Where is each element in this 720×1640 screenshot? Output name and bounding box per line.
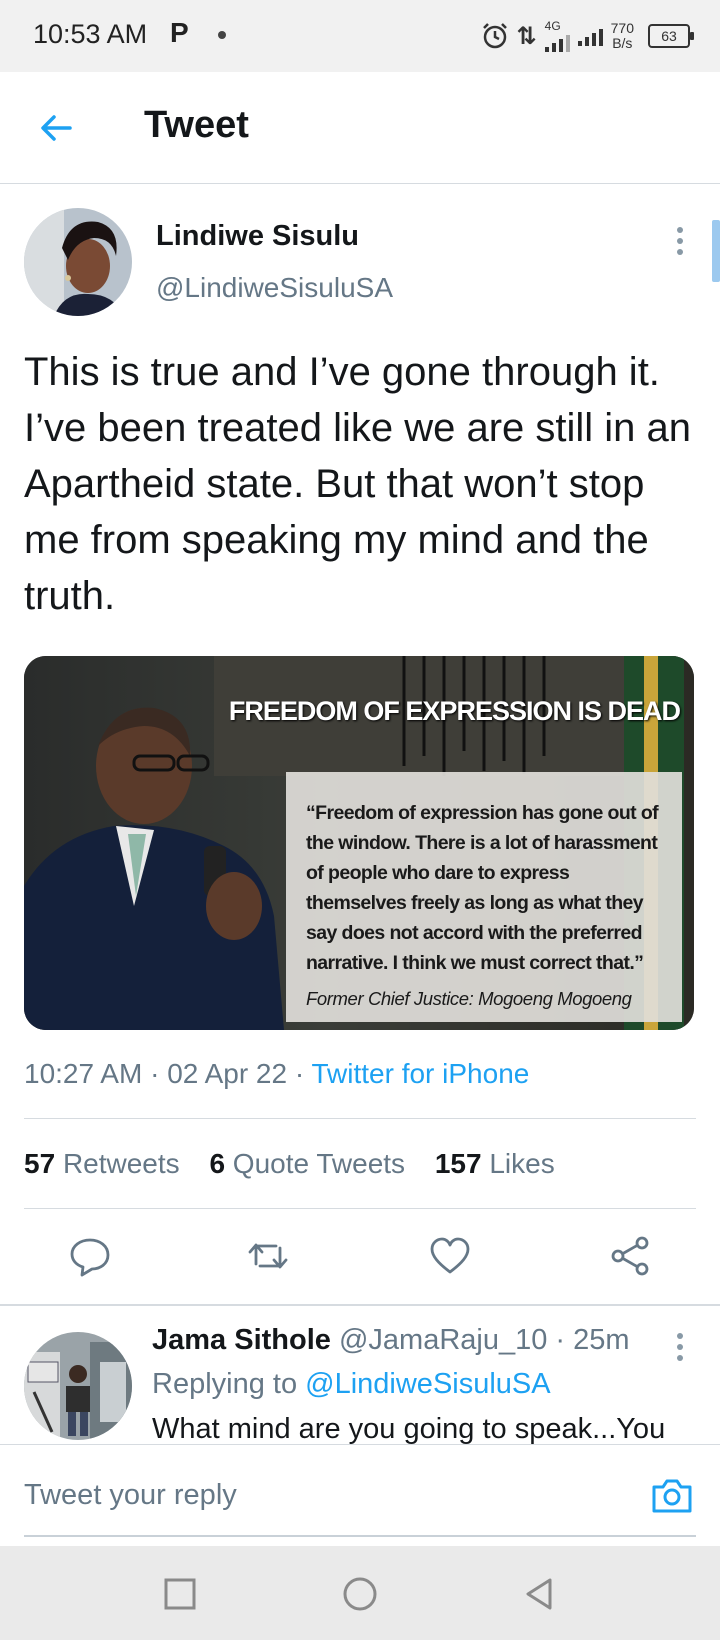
status-bar: 10:53 AM P ⇅ 4G 770 B/s 63: [0, 0, 720, 72]
quote-tweets-stat[interactable]: 6 Quote Tweets: [209, 1148, 405, 1179]
retweets-stat[interactable]: 57 Retweets: [24, 1148, 180, 1179]
tweet-media-image[interactable]: FREEDOM OF EXPRESSION IS DEAD “Freedom o…: [24, 656, 694, 1030]
likes-label: Likes: [489, 1148, 555, 1179]
author-handle[interactable]: @LindiweSisuluSA: [156, 272, 393, 304]
signal-4g-icon: 4G: [544, 19, 570, 52]
like-heart-icon[interactable]: [428, 1234, 472, 1278]
tweet-source-link[interactable]: Twitter for iPhone: [311, 1058, 529, 1089]
replying-to-label: Replying to: [152, 1368, 298, 1400]
more-options-icon[interactable]: [670, 224, 690, 260]
battery-icon: 63: [648, 24, 694, 48]
reply-text: What mind are you going to speak...You: [152, 1413, 666, 1444]
retweets-count: 57: [24, 1148, 56, 1179]
tweet-meta: 10:27 AM · 02 Apr 22 · Twitter for iPhon…: [24, 1058, 529, 1090]
share-icon[interactable]: [608, 1234, 652, 1278]
reply-compose-bar: [0, 1444, 720, 1546]
replying-to-mention[interactable]: @LindiweSisuluSA: [305, 1368, 550, 1400]
reply-author-name[interactable]: Jama Sithole: [152, 1324, 331, 1356]
top-app-bar: Tweet: [0, 72, 720, 184]
reply-header: Jama Sithole @JamaRaju_10 · 25m: [152, 1324, 630, 1357]
camera-icon[interactable]: [650, 1475, 694, 1515]
back-arrow-icon[interactable]: [36, 108, 76, 148]
back-triangle-icon[interactable]: [520, 1574, 560, 1614]
reply-separator: ·: [547, 1324, 574, 1356]
media-quote-box: “Freedom of expression has gone out of t…: [286, 772, 682, 1022]
tweet-text: This is true and I’ve gone through it. I…: [24, 350, 692, 618]
media-headline: FREEDOM OF EXPRESSION IS DEAD: [228, 696, 681, 726]
meta-separator: ·: [294, 1058, 312, 1089]
system-nav-bar: [0, 1546, 720, 1640]
section-divider: [0, 1304, 720, 1306]
notification-dot-icon: [218, 31, 226, 39]
retweets-label: Retweets: [62, 1148, 180, 1179]
home-icon[interactable]: [340, 1574, 380, 1614]
tweet-actions: [0, 1228, 720, 1288]
quote-tweets-label: Quote Tweets: [232, 1148, 406, 1179]
network-type: 4G: [544, 19, 561, 33]
reply-text-container: What mind are you going to speak...You: [152, 1410, 712, 1444]
likes-stat[interactable]: 157 Likes: [435, 1148, 555, 1179]
network-speed-value: 770: [610, 20, 634, 36]
battery-level: 63: [661, 28, 677, 44]
reply-author-avatar[interactable]: [24, 1332, 132, 1440]
parking-notification-icon: P: [170, 17, 189, 48]
reply-author-handle[interactable]: @JamaRaju_10: [339, 1324, 547, 1356]
retweet-icon[interactable]: [246, 1234, 290, 1278]
replying-to: Replying to @LindiweSisuluSA: [152, 1368, 551, 1401]
divider: [24, 1208, 696, 1209]
media-quote: “Freedom of expression has gone out of t…: [306, 802, 659, 974]
tweet-date: 02 Apr 22: [167, 1058, 288, 1089]
reply-icon[interactable]: [68, 1234, 112, 1278]
alarm-icon: [482, 23, 507, 49]
status-time: 10:53 AM: [33, 19, 148, 49]
media-attribution: Former Chief Justice: Mogoeng Mogoeng: [306, 988, 632, 1009]
network-speed: 770 B/s: [611, 21, 634, 51]
meta-separator: ·: [150, 1058, 168, 1089]
scrollbar[interactable]: [712, 220, 720, 282]
signal-bars-icon: [577, 26, 603, 46]
tweet-stats: 57 Retweets 6 Quote Tweets 157 Likes: [24, 1148, 555, 1180]
author-avatar[interactable]: [24, 208, 132, 316]
recent-apps-icon[interactable]: [160, 1574, 200, 1614]
data-transfer-icon: ⇅: [516, 22, 537, 50]
likes-count: 157: [434, 1148, 482, 1179]
reply-time: 25m: [573, 1324, 630, 1356]
reply-more-options-icon[interactable]: [670, 1330, 690, 1366]
reply-input[interactable]: [24, 1475, 584, 1515]
tweet-time: 10:27 AM: [24, 1058, 143, 1089]
divider: [24, 1118, 696, 1119]
compose-underline: [24, 1535, 696, 1537]
network-speed-unit: B/s: [612, 35, 633, 51]
page-title: Tweet: [144, 104, 249, 146]
quote-tweets-count: 6: [209, 1148, 226, 1179]
author-name[interactable]: Lindiwe Sisulu: [156, 220, 359, 253]
status-icons: ⇅ 4G 770 B/s 63: [481, 14, 694, 58]
